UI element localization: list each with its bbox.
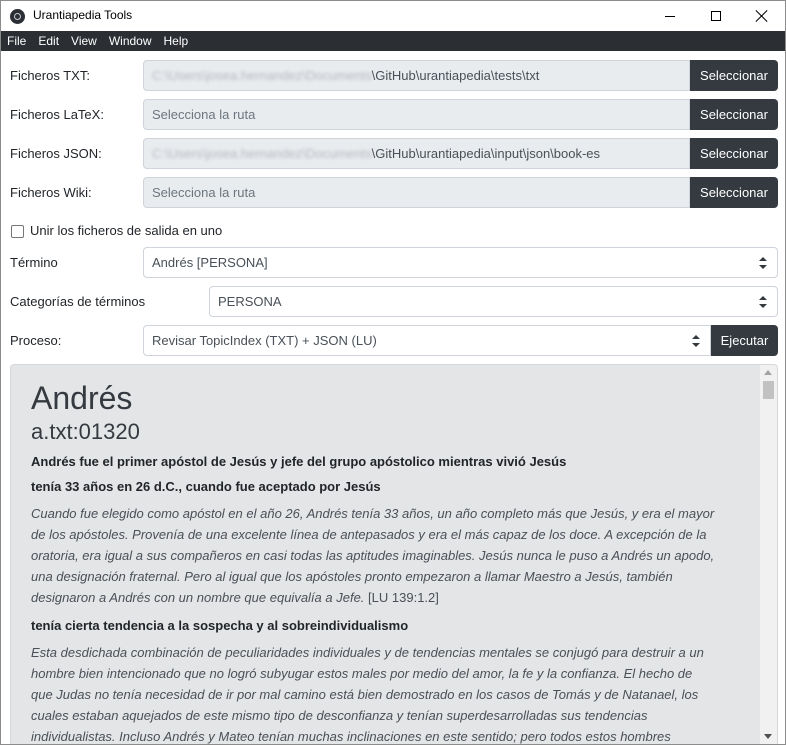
app-window: Urantiapedia Tools File Edit View Window… (0, 0, 786, 745)
termino-value: Andrés [PERSONA] (152, 255, 268, 270)
result-heading-2: tenía 33 años en 26 d.C., cuando fue ace… (31, 479, 381, 494)
txt-path-blurred: C:\Users\josea.hernandez\Documents (152, 68, 372, 83)
para2-line: hombre bien intencionado que no logró su… (31, 666, 693, 681)
json-label: Ficheros JSON: (10, 146, 102, 161)
termino-select[interactable]: Andrés [PERSONA] (143, 247, 778, 278)
select-arrows-icon (692, 335, 700, 347)
json-path-field[interactable]: C:\Users\josea.hernandez\Documents\GitHu… (143, 138, 690, 169)
menu-file[interactable]: File (1, 31, 32, 51)
para1-reference: [LU 139:1.2] (368, 590, 439, 605)
latex-select-button[interactable]: Seleccionar (690, 99, 778, 130)
para1-line: Cuando fue elegido como apóstol en el añ… (31, 506, 715, 521)
maximize-button[interactable] (693, 1, 739, 31)
wiki-label: Ficheros Wiki: (10, 185, 92, 200)
json-path-blurred: C:\Users\josea.hernandez\Documents (152, 146, 372, 161)
para2-line: cuales estaban aquejados de este mismo t… (31, 708, 648, 723)
para2-line: que Judas no tenía necesidad de ir por m… (31, 687, 699, 702)
wiki-select-button[interactable]: Seleccionar (690, 177, 778, 208)
execute-button[interactable]: Ejecutar (711, 325, 778, 356)
categorias-select[interactable]: PERSONA (209, 286, 778, 317)
proceso-select[interactable]: Revisar TopicIndex (TXT) + JSON (LU) (143, 325, 711, 356)
result-heading-1: Andrés fue el primer apóstol de Jesús y … (31, 454, 567, 469)
app-logo-icon (10, 9, 25, 24)
txt-path-field[interactable]: C:\Users\josea.hernandez\Documents\GitHu… (143, 60, 690, 91)
select-arrows-icon (759, 296, 767, 308)
proceso-value: Revisar TopicIndex (TXT) + JSON (LU) (152, 333, 377, 348)
scroll-down-arrow-icon[interactable] (764, 734, 772, 739)
result-title: Andrés (31, 380, 133, 416)
json-select-button[interactable]: Seleccionar (690, 138, 778, 169)
para2-line: Esta desdichada combinación de peculiari… (31, 645, 704, 660)
para1-line: designaron a Andrés con un nombre que eq… (31, 590, 365, 605)
window-title: Urantiapedia Tools (33, 8, 133, 22)
select-arrows-icon (759, 257, 767, 269)
proceso-label: Proceso: (10, 333, 62, 348)
maximize-icon (711, 11, 721, 21)
results-panel: Andrés a.txt:01320 Andrés fue el primer … (10, 364, 778, 744)
result-heading-3: tenía cierta tendencia a la sospecha y a… (31, 618, 409, 633)
results-content: Andrés a.txt:01320 Andrés fue el primer … (31, 379, 741, 744)
termino-label: Término (10, 255, 58, 270)
merge-output-label: Unir los ficheros de salida en uno (30, 223, 223, 238)
categorias-value: PERSONA (218, 294, 282, 309)
result-subtitle: a.txt:01320 (31, 419, 140, 444)
close-button[interactable] (739, 1, 785, 31)
menu-view[interactable]: View (65, 31, 103, 51)
json-path-visible: \GitHub\urantiapedia\input\json\book-es (371, 146, 601, 161)
txt-label: Ficheros TXT: (10, 68, 90, 83)
menu-bar: File Edit View Window Help (1, 31, 785, 51)
minimize-button[interactable] (647, 1, 693, 31)
latex-label: Ficheros LaTeX: (10, 107, 104, 122)
result-paragraph-1: Cuando fue elegido como apóstol en el añ… (31, 503, 741, 608)
para1-line: de los apóstoles. Provenía de una excele… (31, 527, 707, 542)
results-scrollbar[interactable] (760, 365, 777, 744)
menu-edit[interactable]: Edit (32, 31, 65, 51)
title-bar: Urantiapedia Tools (1, 1, 785, 31)
para1-line: una designación fraternal. Pero al igual… (31, 569, 673, 584)
categorias-label: Categorías de términos (10, 294, 146, 309)
minimize-icon (665, 15, 675, 17)
para1-line: oratoria, era igual a sus compañeros en … (31, 548, 715, 563)
para2-line: individualistas. Incluso Andrés y Mateo … (31, 729, 671, 744)
txt-select-button[interactable]: Seleccionar (690, 60, 778, 91)
menu-window[interactable]: Window (103, 31, 158, 51)
result-paragraph-2: Esta desdichada combinación de peculiari… (31, 642, 741, 744)
txt-path-visible: \GitHub\urantiapedia\tests\txt (371, 68, 540, 83)
close-icon (756, 10, 768, 22)
wiki-path-field[interactable]: Selecciona la ruta (143, 177, 690, 208)
latex-path-field[interactable]: Selecciona la ruta (143, 99, 690, 130)
scrollbar-thumb[interactable] (763, 381, 774, 399)
merge-output-checkbox[interactable] (11, 225, 24, 238)
menu-help[interactable]: Help (158, 31, 195, 51)
scroll-up-arrow-icon[interactable] (764, 370, 772, 375)
